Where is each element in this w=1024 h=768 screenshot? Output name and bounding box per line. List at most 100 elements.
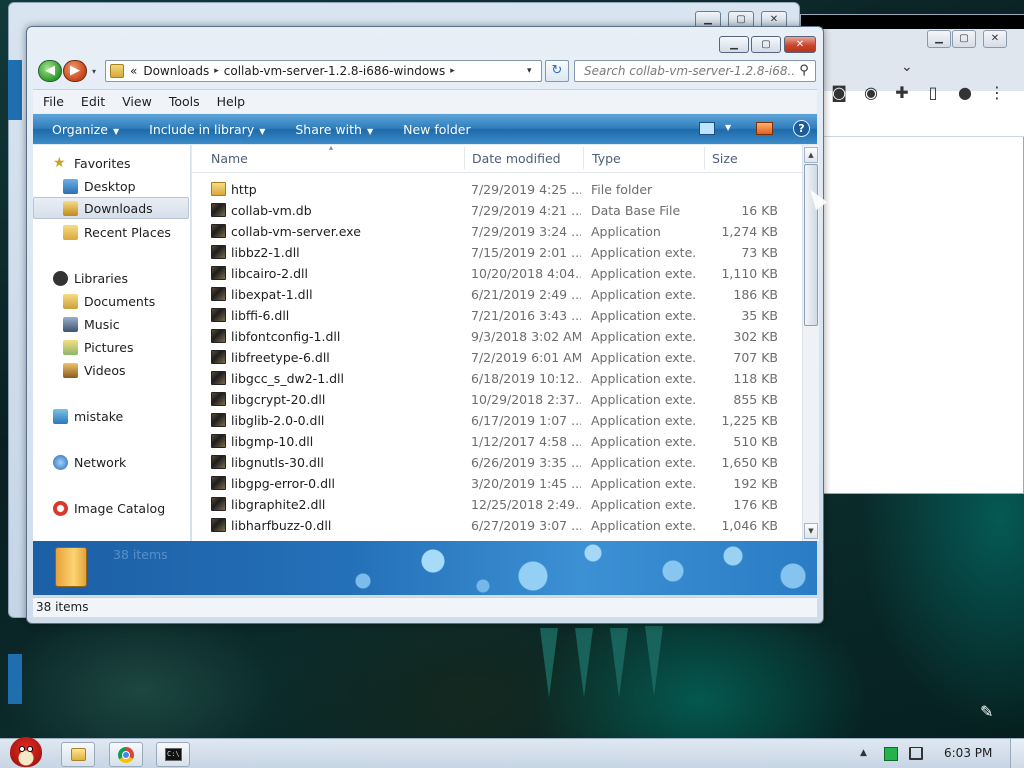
file-row[interactable]: libfreetype-6.dll 7/2/2019 6:01 AM Applica… [192, 347, 802, 368]
file-list[interactable]: ▴ Name Date modified Type Size http 7/29/… [192, 145, 802, 541]
taskbar-chrome-button[interactable] [109, 742, 143, 767]
tray-status-icon[interactable] [884, 747, 898, 761]
file-name: libgcc_s_dw2-1.dll [231, 371, 345, 386]
maximize-button[interactable]: ▢ [751, 36, 781, 53]
address-dropdown-icon[interactable]: ▾ [527, 66, 532, 76]
menu-file[interactable]: File [43, 94, 64, 109]
preview-pane-icon[interactable] [756, 122, 773, 135]
search-icon[interactable]: ⚲ [796, 63, 812, 79]
nav-desktop[interactable]: Desktop [33, 175, 189, 197]
file-icon [211, 350, 226, 364]
organize-button[interactable]: Organize ▼ [52, 122, 119, 137]
edit-pencil-icon[interactable]: ✎ [980, 702, 993, 721]
ublock-icon[interactable]: ◙ [828, 82, 850, 104]
menu-tools[interactable]: Tools [169, 94, 200, 109]
pictures-icon [63, 339, 78, 355]
file-row[interactable]: libgmp-10.dll 1/12/2017 4:58 ... Applicati… [192, 431, 802, 452]
nav-libraries[interactable]: Libraries [33, 267, 189, 289]
file-date-modified: 7/2/2019 6:01 AM [471, 350, 581, 365]
sidebar-icon[interactable]: ▯ [922, 82, 944, 104]
nav-network[interactable]: Network [33, 451, 189, 473]
back-button[interactable]: ◀ [38, 60, 62, 82]
view-options-caret[interactable]: ▼ [725, 123, 731, 132]
puzzle-icon[interactable]: ✚ [891, 82, 913, 104]
file-row[interactable]: libglib-2.0-0.dll 6/17/2019 1:07 ... Appli… [192, 410, 802, 431]
forward-button[interactable]: ▶ [63, 60, 87, 82]
nav-pictures[interactable]: Pictures [33, 336, 189, 358]
close-button[interactable]: ✕ [784, 36, 816, 53]
nav-downloads[interactable]: Downloads [33, 197, 189, 219]
search-input[interactable]: Search collab-vm-server-1.2.8-i68... ⚲ [574, 60, 816, 82]
scroll-up-button[interactable]: ▲ [804, 147, 818, 163]
gmail-link[interactable]: Gmail [859, 165, 896, 181]
breadcrumb-current-folder[interactable]: collab-vm-server-1.2.8-i686-windows [224, 64, 445, 78]
file-row[interactable]: libexpat-1.dll 6/21/2019 2:49 ... Applicat… [192, 284, 802, 305]
nav-image-catalog[interactable]: Image Catalog [33, 497, 189, 519]
file-row[interactable]: libharfbuzz-0.dll 6/27/2019 3:07 ... Appli… [192, 515, 802, 536]
google-apps-icon[interactable] [975, 163, 997, 185]
file-row[interactable]: libgraphite2.dll 12/25/2018 2:49... Applic… [192, 494, 802, 515]
command-bar: Organize ▼ Include in library ▼ Share with… [33, 114, 817, 144]
breadcrumb-separator-icon[interactable]: ▸ [214, 66, 219, 76]
file-row[interactable]: libgcrypt-20.dll 10/29/2018 2:37... Applic… [192, 389, 802, 410]
taskbar-explorer-button[interactable] [61, 742, 95, 767]
tray-network-icon[interactable] [909, 747, 923, 760]
show-desktop-button[interactable] [1010, 739, 1024, 768]
column-type[interactable]: Type [592, 151, 621, 166]
browser-minimize-button[interactable]: ▁ [927, 30, 951, 48]
scroll-down-button[interactable]: ▼ [804, 523, 818, 539]
column-divider[interactable] [704, 147, 705, 169]
breadcrumb-separator-icon[interactable]: ▸ [450, 66, 455, 76]
file-row[interactable]: collab-vm.db 7/29/2019 4:21 ... Data Base … [192, 200, 802, 221]
menu-edit[interactable]: Edit [81, 94, 105, 109]
address-bar[interactable]: « Downloads ▸ collab-vm-server-1.2.8-i68… [105, 60, 542, 82]
recent-pages-dropdown[interactable]: ▾ [92, 67, 96, 76]
file-row[interactable]: libgcc_s_dw2-1.dll 6/18/2019 10:12... Appl… [192, 368, 802, 389]
column-divider[interactable] [464, 147, 465, 169]
file-row[interactable]: libgnutls-30.dll 6/26/2019 3:35 ... Applic… [192, 452, 802, 473]
show-hidden-icons-icon[interactable]: ▲ [860, 748, 867, 758]
start-button[interactable] [4, 731, 48, 768]
refresh-button[interactable]: ↻ [545, 60, 569, 82]
column-size[interactable]: Size [712, 151, 738, 166]
include-in-library-button[interactable]: Include in library ▼ [149, 122, 265, 137]
file-row[interactable]: libgpg-error-0.dll 3/20/2019 1:45 ... Appl… [192, 473, 802, 494]
explorer-icon [71, 748, 86, 761]
menu-help[interactable]: Help [217, 94, 246, 109]
change-view-icon[interactable] [699, 122, 715, 135]
file-row[interactable]: http 7/29/2019 4:25 ... File folder [192, 179, 802, 200]
file-row[interactable]: libbz2-1.dll 7/15/2019 2:01 ... Applicatio… [192, 242, 802, 263]
column-name[interactable]: Name [211, 151, 248, 166]
browser-close-button[interactable]: ✕ [983, 30, 1007, 48]
menu-dots-icon[interactable]: ⋮ [986, 82, 1008, 104]
nav-documents[interactable]: Documents [33, 290, 189, 312]
file-row[interactable]: libcairo-2.dll 10/20/2018 4:04... Applicat… [192, 263, 802, 284]
profile-icon[interactable]: ● [954, 82, 976, 104]
new-folder-button[interactable]: New folder [403, 122, 471, 137]
column-date-modified[interactable]: Date modified [472, 151, 561, 166]
share-with-button[interactable]: Share with ▼ [295, 122, 373, 137]
address-overflow[interactable]: « [130, 64, 137, 78]
file-name: http [231, 182, 257, 197]
explorer-window[interactable]: ▁ ▢ ✕ ◀ ▶ ▾ « Downloads ▸ collab-vm-serv… [26, 26, 824, 624]
file-row[interactable]: libffi-6.dll 7/21/2016 3:43 ... Applicatio… [192, 305, 802, 326]
file-type: Application exte... [591, 392, 695, 407]
nav-recent-places[interactable]: Recent Places [33, 221, 189, 243]
file-row[interactable]: collab-vm-server.exe 7/29/2019 3:24 ... Ap… [192, 221, 802, 242]
help-icon[interactable]: ? [793, 120, 810, 137]
browser-maximize-button[interactable]: ▢ [952, 30, 976, 48]
taskbar-clock[interactable]: 6:03 PM [944, 746, 992, 760]
nav-favorites[interactable]: ★ Favorites [33, 152, 189, 174]
column-divider[interactable] [583, 147, 584, 169]
minimize-button[interactable]: ▁ [719, 36, 749, 53]
extension-flag-icon[interactable]: ◉ [860, 82, 882, 104]
taskbar-cmd-button[interactable]: C:\ [156, 742, 190, 767]
menu-view[interactable]: View [122, 94, 152, 109]
nav-music[interactable]: Music [33, 313, 189, 335]
tab-list-caret[interactable]: ⌄ [901, 59, 913, 75]
breadcrumb-downloads[interactable]: Downloads [143, 64, 209, 78]
nav-mistake[interactable]: mistake [33, 405, 189, 427]
images-link[interactable]: Images [908, 165, 954, 181]
file-row[interactable]: libfontconfig-1.dll 9/3/2018 3:02 AM Appli… [192, 326, 802, 347]
nav-videos[interactable]: Videos [33, 359, 189, 381]
